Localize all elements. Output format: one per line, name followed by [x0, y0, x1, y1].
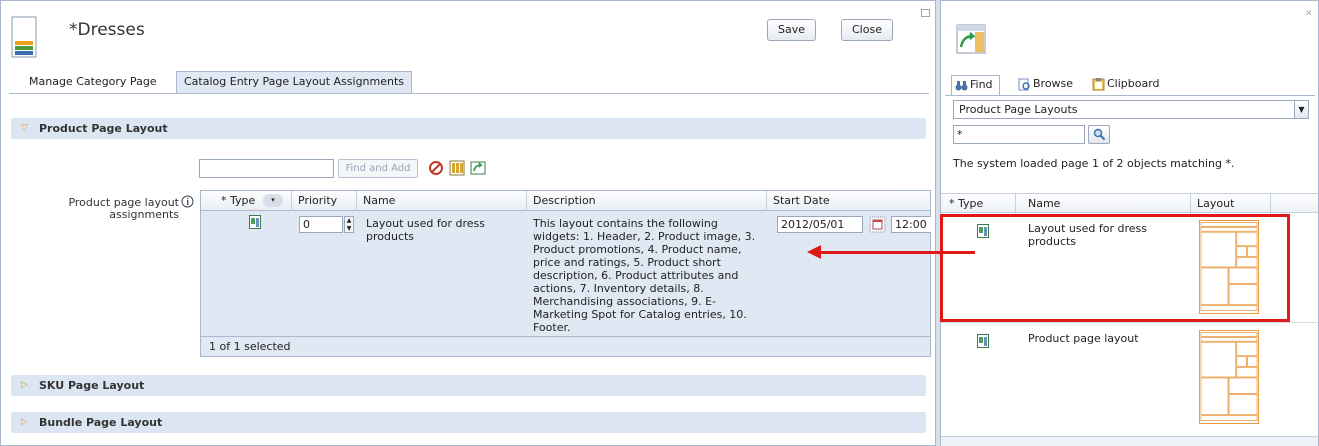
tab-clipboard[interactable]: Clipboard [1089, 75, 1166, 95]
binoculars-icon [955, 81, 968, 91]
assignments-label: assignments [109, 208, 179, 221]
section-title: Bundle Page Layout [39, 416, 163, 429]
start-date-field[interactable]: 2012/05/01 [777, 216, 863, 233]
section-sku-page-layout[interactable]: ▷ SKU Page Layout [11, 375, 926, 396]
section-title: SKU Page Layout [39, 379, 145, 392]
collapsed-triangle-icon: ▷ [21, 417, 28, 427]
category-page-icon [11, 16, 37, 58]
tab-catalog-entry-layout-assignments[interactable]: Catalog Entry Page Layout Assignments [176, 71, 413, 94]
tab-divider [945, 95, 1315, 96]
column-priority[interactable]: Priority [292, 191, 357, 211]
layout-type-icon [977, 334, 989, 348]
drag-arrow-line [820, 251, 975, 254]
tab-browse[interactable]: Browse [1015, 75, 1079, 95]
search-button[interactable] [1088, 125, 1110, 144]
layout-thumbnail [1199, 330, 1259, 424]
tab-find[interactable]: Find [951, 75, 1000, 96]
clipboard-icon [1092, 78, 1105, 91]
browse-icon [1018, 78, 1030, 91]
layout-description: This layout contains the following widge… [533, 217, 756, 334]
table-row[interactable]: 0 ▲ ▼ Layout used for dress products This… [201, 211, 931, 336]
list-item[interactable]: Product page layout [941, 324, 1318, 436]
column-name[interactable]: Name [357, 191, 527, 211]
highlight-box [940, 214, 1290, 322]
column-start-date[interactable]: Start Date [767, 191, 932, 211]
page-title: *Dresses [69, 20, 145, 40]
layout-assignments-grid: * Type ▾ Priority Name Description Start… [200, 190, 931, 357]
app-window: *Dresses Save Close Manage Category Page… [0, 0, 1319, 446]
start-time-field[interactable]: 12:00 [891, 216, 931, 233]
info-icon[interactable] [181, 195, 194, 208]
open-icon[interactable] [470, 160, 486, 176]
collapsed-triangle-icon: ▷ [21, 380, 28, 390]
column-description[interactable]: Description [527, 191, 767, 211]
results-footer [941, 436, 1318, 446]
close-button[interactable]: Close [841, 19, 893, 41]
tab-divider [9, 93, 929, 94]
layout-type-icon [249, 215, 261, 229]
section-bundle-page-layout[interactable]: ▷ Bundle Page Layout [11, 412, 926, 433]
priority-stepper[interactable]: ▲ ▼ [344, 216, 354, 233]
grid-header: * Type ▾ Priority Name Description Start… [201, 191, 930, 211]
column-type[interactable]: * Type ▾ [201, 191, 292, 211]
find-and-add-button[interactable]: Find and Add [338, 159, 418, 178]
column-layout[interactable]: Layout [1191, 194, 1271, 214]
utilities-icon [956, 24, 986, 54]
save-button[interactable]: Save [767, 19, 817, 41]
column-type[interactable]: * Type [941, 194, 1016, 214]
search-status: The system loaded page 1 of 2 objects ma… [953, 157, 1235, 170]
remove-icon[interactable] [428, 160, 444, 176]
close-panel-icon[interactable]: ✕ [1305, 9, 1313, 19]
columns-icon[interactable] [449, 160, 465, 176]
find-input[interactable] [199, 159, 334, 178]
object-type-dropdown[interactable]: Product Page Layouts ▼ [953, 100, 1309, 119]
search-icon [1093, 128, 1106, 141]
sort-icon[interactable]: ▾ [263, 194, 283, 207]
layout-name: Layout used for dress products [366, 217, 485, 243]
maximize-icon[interactable] [921, 9, 930, 17]
calendar-icon[interactable] [869, 216, 886, 233]
section-product-page-layout[interactable]: ▽ Product Page Layout [11, 118, 926, 139]
tab-manage-category-page[interactable]: Manage Category Page [21, 71, 165, 93]
chevron-down-icon[interactable]: ▼ [1294, 101, 1308, 118]
category-editor-panel: *Dresses Save Close Manage Category Page… [0, 0, 936, 446]
result-name: Product page layout [1028, 332, 1139, 345]
results-grid-header: * Type Name Layout [941, 193, 1318, 214]
grid-selection-status: 1 of 1 selected [201, 336, 930, 356]
section-title: Product Page Layout [39, 122, 168, 135]
expanded-triangle-icon: ▽ [21, 123, 28, 133]
search-input[interactable]: * [953, 125, 1085, 144]
priority-field[interactable]: 0 [299, 216, 343, 233]
drag-arrow-head-icon [807, 245, 821, 259]
column-name[interactable]: Name [1016, 194, 1191, 214]
